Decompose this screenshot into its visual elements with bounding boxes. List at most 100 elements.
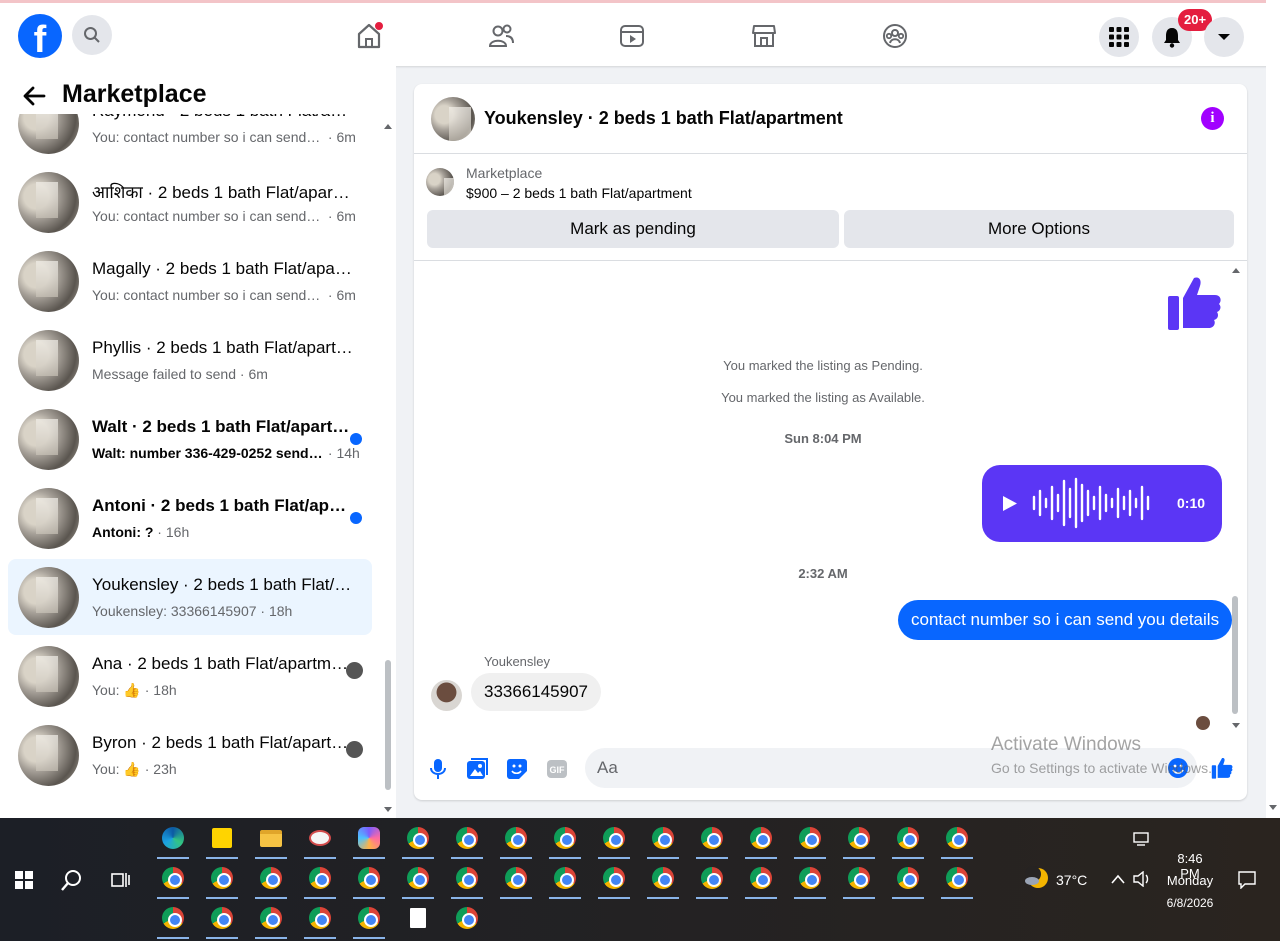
account-button[interactable] [1204,17,1244,57]
conversation-item[interactable]: Byron · 2 beds 1 bath Flat/apartment You:… [8,717,372,793]
back-button[interactable] [22,86,46,111]
conversation-item[interactable]: आशिका · 2 beds 1 bath Flat/apartment You:… [8,164,372,240]
taskbar-file-button[interactable] [400,900,436,936]
weather-temperature[interactable]: 37°C [1056,872,1087,888]
sticker-button[interactable] [505,757,529,781]
nav-groups[interactable] [880,21,910,51]
taskbar-chrome-button[interactable] [351,860,387,899]
menu-button[interactable] [1099,17,1139,57]
play-icon[interactable] [1002,495,1018,512]
scroll-up-arrow-icon[interactable] [1231,266,1241,274]
taskbar-chrome-button[interactable] [351,900,387,939]
listing-avatar[interactable] [18,646,79,707]
taskbar-notes-button[interactable] [204,820,240,859]
nav-friends[interactable] [486,21,516,51]
taskbar-chrome-button[interactable] [449,860,485,899]
taskbar-chrome-button[interactable] [694,820,730,859]
gif-button[interactable]: GIF [545,757,569,781]
taskbar-chrome-button[interactable] [498,820,534,859]
voice-message[interactable]: 0:10 [982,465,1222,542]
listing-avatar[interactable] [18,488,79,549]
taskbar-chrome-button[interactable] [253,900,289,939]
taskbar-chrome-button[interactable] [596,860,632,899]
network-icon[interactable] [1133,832,1151,846]
conversation-item[interactable]: Raymond · 2 beds 1 bath Flat/apartment Yo… [8,114,372,161]
taskbar-chrome-button[interactable] [204,900,240,939]
taskbar-chrome-button[interactable] [743,820,779,859]
taskbar-chrome-button[interactable] [302,860,338,899]
taskbar-chrome-button[interactable] [498,860,534,899]
clock-day[interactable]: Monday [1162,873,1218,888]
mark-pending-button[interactable]: Mark as pending [427,210,839,248]
listing-avatar[interactable] [18,567,79,628]
task-view-icon[interactable] [110,870,130,890]
weather-moon-icon[interactable] [1024,866,1050,890]
taskbar-chrome-button[interactable] [792,820,828,859]
taskbar-chrome-button[interactable] [841,860,877,899]
taskbar-chrome-button[interactable] [155,860,191,899]
nav-home[interactable] [354,21,384,51]
listing-avatar[interactable] [18,172,79,233]
nav-marketplace[interactable] [749,21,779,51]
listing-avatar[interactable] [18,251,79,312]
facebook-logo[interactable]: f [18,14,62,58]
taskbar-chrome-button[interactable] [400,860,436,899]
taskbar-paint-button[interactable] [302,820,338,859]
taskbar-search-icon[interactable] [61,869,83,891]
more-options-button[interactable]: More Options [844,210,1234,248]
taskbar-folder-button[interactable] [253,820,289,859]
scrollbar[interactable] [385,660,391,790]
taskbar-chrome-button[interactable] [302,900,338,939]
nav-watch[interactable] [617,21,647,51]
taskbar-chrome-button[interactable] [841,820,877,859]
taskbar-chrome-button[interactable] [547,860,583,899]
voice-clip-button[interactable] [426,757,450,781]
listing-avatar[interactable] [18,114,79,154]
listing-title[interactable]: $900 – 2 beds 1 bath Flat/apartment [466,185,692,201]
search-button[interactable] [72,15,112,55]
listing-avatar[interactable] [18,409,79,470]
send-like-icon[interactable] [1211,756,1233,780]
taskbar-chrome-button[interactable] [155,900,191,939]
taskbar-chrome-button[interactable] [400,820,436,859]
taskbar-copilot-button[interactable] [351,820,387,859]
conversation-item[interactable]: Youkensley · 2 beds 1 bath Flat/apartmen… [8,559,372,635]
listing-avatar[interactable] [18,725,79,786]
chevron-up-icon[interactable] [1111,874,1125,884]
scroll-down-arrow-icon[interactable] [1231,722,1241,730]
chat-title[interactable]: Youkensley · 2 beds 1 bath Flat/apartmen… [484,108,843,129]
volume-icon[interactable] [1133,871,1151,887]
scroll-down-arrow-icon[interactable] [383,806,393,814]
conversation-item[interactable]: Ana · 2 beds 1 bath Flat/apartment You: 👍… [8,638,372,714]
conversation-item[interactable]: Antoni · 2 beds 1 bath Flat/apartment Ant… [8,480,372,556]
taskbar-chrome-button[interactable] [645,820,681,859]
taskbar-chrome-button[interactable] [890,860,926,899]
taskbar-chrome-button[interactable] [204,860,240,899]
info-button[interactable]: i [1201,107,1224,130]
taskbar-chrome-button[interactable] [449,820,485,859]
taskbar-chrome-button[interactable] [253,860,289,899]
taskbar-chrome-button[interactable] [547,820,583,859]
taskbar-chrome-button[interactable] [743,860,779,899]
taskbar-chrome-button[interactable] [449,900,485,936]
attach-photo-button[interactable] [465,757,489,781]
chat-scrollbar[interactable] [1232,596,1238,714]
taskbar-chrome-button[interactable] [792,860,828,899]
page-scrollbar[interactable] [1266,0,1280,818]
taskbar-chrome-button[interactable] [890,820,926,859]
incoming-message[interactable]: 33366145907 [471,673,602,711]
message-input[interactable]: Aa [585,748,1197,788]
taskbar-chrome-button[interactable] [939,820,975,859]
outgoing-message[interactable]: contact number so i can send you details [898,600,1233,640]
conversation-item[interactable]: Walt · 2 beds 1 bath Flat/apartment Walt:… [8,401,372,477]
taskbar-chrome-button[interactable] [596,820,632,859]
listing-avatar[interactable] [18,330,79,391]
clock-date[interactable]: 6/8/2026 [1160,896,1220,910]
conversation-item[interactable]: Phyllis · 2 beds 1 bath Flat/apartment Me… [8,322,372,398]
scroll-up-arrow-icon[interactable] [383,122,393,130]
emoji-icon[interactable] [1167,757,1189,779]
windows-start-icon[interactable] [15,871,33,889]
taskbar-chrome-button[interactable] [645,860,681,899]
taskbar-chrome-button[interactable] [694,860,730,899]
notification-center-icon[interactable] [1238,871,1256,889]
